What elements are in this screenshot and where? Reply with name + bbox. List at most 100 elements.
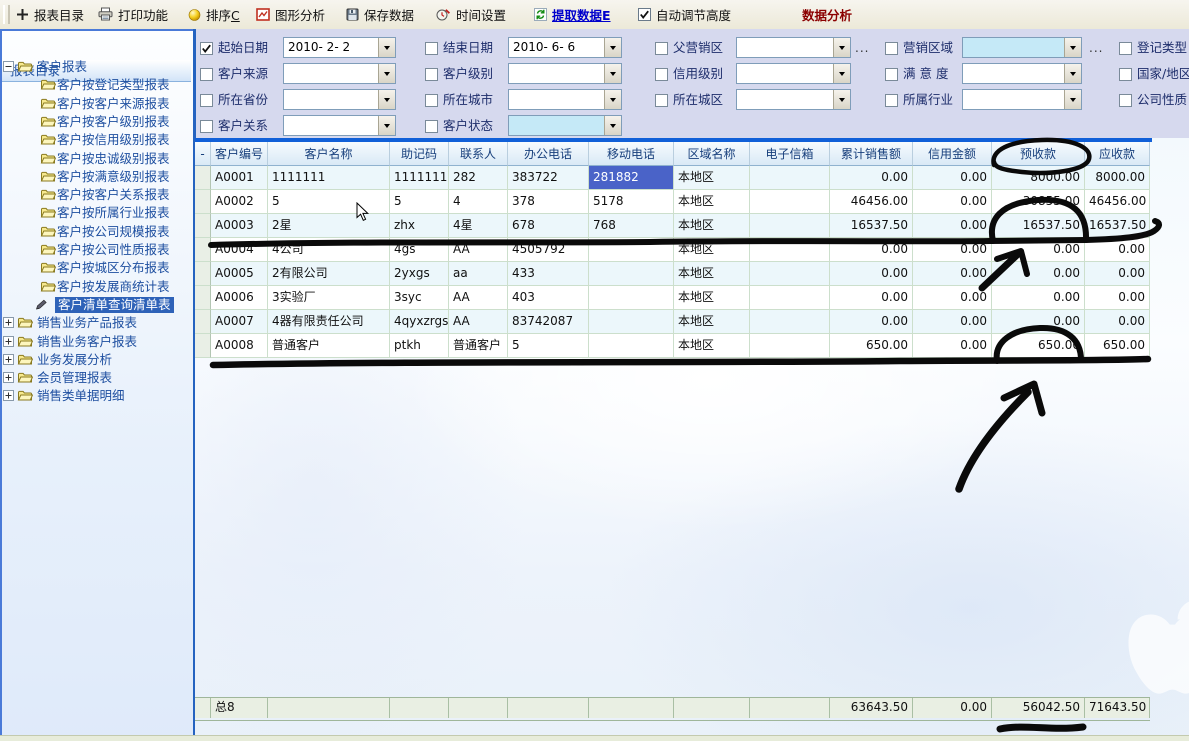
table-cell[interactable]: 83742087 bbox=[508, 310, 589, 334]
filter-checkbox-6[interactable] bbox=[425, 66, 438, 85]
filter-dropdown-7[interactable] bbox=[736, 63, 851, 84]
table-cell[interactable]: 0.00 bbox=[992, 238, 1085, 262]
table-cell[interactable]: 0.00 bbox=[913, 286, 992, 310]
table-cell[interactable]: 本地区 bbox=[674, 334, 750, 358]
table-cell[interactable]: 0.00 bbox=[830, 238, 913, 262]
tree-item-2[interactable]: 客户按客户来源报表 bbox=[0, 95, 193, 113]
table-cell[interactable] bbox=[589, 334, 674, 358]
table-cell[interactable]: 0.00 bbox=[992, 286, 1085, 310]
tree-item-1[interactable]: 客户按登记类型报表 bbox=[0, 76, 193, 94]
filter-checkbox-1[interactable] bbox=[425, 40, 438, 59]
table-cell[interactable]: 0.00 bbox=[992, 310, 1085, 334]
toolbar-time-setting[interactable]: 时间设置 bbox=[432, 0, 510, 28]
table-cell[interactable]: 5178 bbox=[589, 190, 674, 214]
table-cell[interactable]: 4 bbox=[449, 190, 508, 214]
row-indicator-cell[interactable] bbox=[195, 166, 211, 190]
table-cell[interactable] bbox=[750, 262, 830, 286]
table-cell[interactable]: 0.00 bbox=[913, 166, 992, 190]
table-cell[interactable]: 4器有限责任公司 bbox=[268, 310, 390, 334]
filter-checkbox-16[interactable] bbox=[425, 118, 438, 137]
column-header-4[interactable]: 联系人 bbox=[449, 142, 508, 166]
column-header-11[interactable]: 预收款 bbox=[992, 142, 1085, 166]
filter-dropdown-12[interactable] bbox=[736, 89, 851, 110]
toolbar-data-analysis[interactable]: 数据分析 bbox=[798, 0, 856, 28]
row-indicator-cell[interactable] bbox=[195, 286, 211, 310]
table-cell[interactable]: zhx bbox=[390, 214, 449, 238]
filter-checkbox-13[interactable] bbox=[885, 92, 898, 111]
table-cell[interactable]: 281882 bbox=[589, 166, 674, 190]
table-cell[interactable]: 5 bbox=[268, 190, 390, 214]
filter-checkbox-0[interactable] bbox=[200, 40, 213, 59]
toolbar-extract-data[interactable]: 提取数据E bbox=[530, 0, 615, 28]
filter-checkbox-3[interactable] bbox=[885, 40, 898, 59]
table-cell[interactable]: AA bbox=[449, 310, 508, 334]
filter-checkbox-2[interactable] bbox=[655, 40, 668, 59]
table-cell[interactable]: AA bbox=[449, 286, 508, 310]
filter-dropdown-0[interactable]: 2010- 2- 2 bbox=[283, 37, 396, 58]
table-cell[interactable]: 0.00 bbox=[1085, 262, 1150, 286]
filter-checkbox-12[interactable] bbox=[655, 92, 668, 111]
table-cell[interactable]: 0.00 bbox=[913, 214, 992, 238]
tree-item-8[interactable]: 客户按所属行业报表 bbox=[0, 204, 193, 222]
tree-item-14[interactable]: 销售业务产品报表 bbox=[0, 314, 193, 332]
dropdown-button[interactable] bbox=[378, 64, 395, 83]
table-cell[interactable] bbox=[750, 238, 830, 262]
table-cell[interactable]: 本地区 bbox=[674, 166, 750, 190]
dropdown-button[interactable] bbox=[378, 90, 395, 109]
tree-item-13[interactable]: 客户清单查询清单表 bbox=[0, 296, 193, 314]
table-cell[interactable]: 0.00 bbox=[913, 238, 992, 262]
tree-item-4[interactable]: 客户按信用级别报表 bbox=[0, 131, 193, 149]
tree-item-6[interactable]: 客户按满意级别报表 bbox=[0, 168, 193, 186]
toolbar-graph-analysis[interactable]: 图形分析 bbox=[252, 0, 329, 28]
table-cell[interactable]: 650.00 bbox=[830, 334, 913, 358]
tree-item-0[interactable]: 客户报表 bbox=[0, 58, 193, 76]
dropdown-button[interactable] bbox=[833, 64, 850, 83]
table-cell[interactable]: 0.00 bbox=[913, 190, 992, 214]
filter-dropdown-6[interactable] bbox=[508, 63, 622, 84]
table-cell[interactable]: 16537.50 bbox=[830, 214, 913, 238]
filter-checkbox-11[interactable] bbox=[425, 92, 438, 111]
dropdown-button[interactable] bbox=[378, 38, 395, 57]
table-cell[interactable]: 普通客户 bbox=[449, 334, 508, 358]
column-header-10[interactable]: 信用金额 bbox=[913, 142, 992, 166]
expand-icon[interactable] bbox=[3, 335, 14, 350]
table-cell[interactable]: 4gs bbox=[390, 238, 449, 262]
table-cell[interactable] bbox=[589, 310, 674, 334]
table-cell[interactable]: A0004 bbox=[211, 238, 268, 262]
filter-dropdown-8[interactable] bbox=[962, 63, 1082, 84]
table-cell[interactable]: 3实验厂 bbox=[268, 286, 390, 310]
column-header-3[interactable]: 助记码 bbox=[390, 142, 449, 166]
table-cell[interactable] bbox=[750, 310, 830, 334]
table-cell[interactable]: AA bbox=[449, 238, 508, 262]
column-header-1[interactable]: 客户编号 bbox=[211, 142, 268, 166]
expand-icon[interactable] bbox=[3, 389, 14, 404]
toolbar-report-directory[interactable]: 报表目录 bbox=[12, 0, 88, 28]
table-cell[interactable]: 1111111 bbox=[268, 166, 390, 190]
expand-icon[interactable] bbox=[3, 316, 14, 331]
table-cell[interactable]: 0.00 bbox=[913, 334, 992, 358]
filter-dropdown-3[interactable] bbox=[962, 37, 1082, 58]
table-cell[interactable]: 0.00 bbox=[830, 310, 913, 334]
table-cell[interactable]: 0.00 bbox=[1085, 238, 1150, 262]
dropdown-button[interactable] bbox=[833, 90, 850, 109]
ellipsis-button-2[interactable]: ... bbox=[855, 41, 869, 55]
tree-item-17[interactable]: 会员管理报表 bbox=[0, 369, 193, 387]
table-cell[interactable]: A0007 bbox=[211, 310, 268, 334]
row-indicator-cell[interactable] bbox=[195, 190, 211, 214]
column-header-8[interactable]: 电子信箱 bbox=[750, 142, 830, 166]
dropdown-button[interactable] bbox=[604, 38, 621, 57]
tree-item-16[interactable]: 业务发展分析 bbox=[0, 351, 193, 369]
row-indicator-cell[interactable] bbox=[195, 334, 211, 358]
filter-checkbox-10[interactable] bbox=[200, 92, 213, 111]
row-indicator-cell[interactable] bbox=[195, 214, 211, 238]
ellipsis-button-3[interactable]: ... bbox=[1089, 41, 1103, 55]
table-cell[interactable]: 本地区 bbox=[674, 190, 750, 214]
table-cell[interactable]: 0.00 bbox=[1085, 286, 1150, 310]
table-cell[interactable]: A0002 bbox=[211, 190, 268, 214]
dropdown-button[interactable] bbox=[1064, 90, 1081, 109]
expand-icon[interactable] bbox=[3, 371, 14, 386]
table-cell[interactable]: A0008 bbox=[211, 334, 268, 358]
table-cell[interactable]: 0.00 bbox=[1085, 310, 1150, 334]
table-cell[interactable]: A0005 bbox=[211, 262, 268, 286]
filter-checkbox-8[interactable] bbox=[885, 66, 898, 85]
